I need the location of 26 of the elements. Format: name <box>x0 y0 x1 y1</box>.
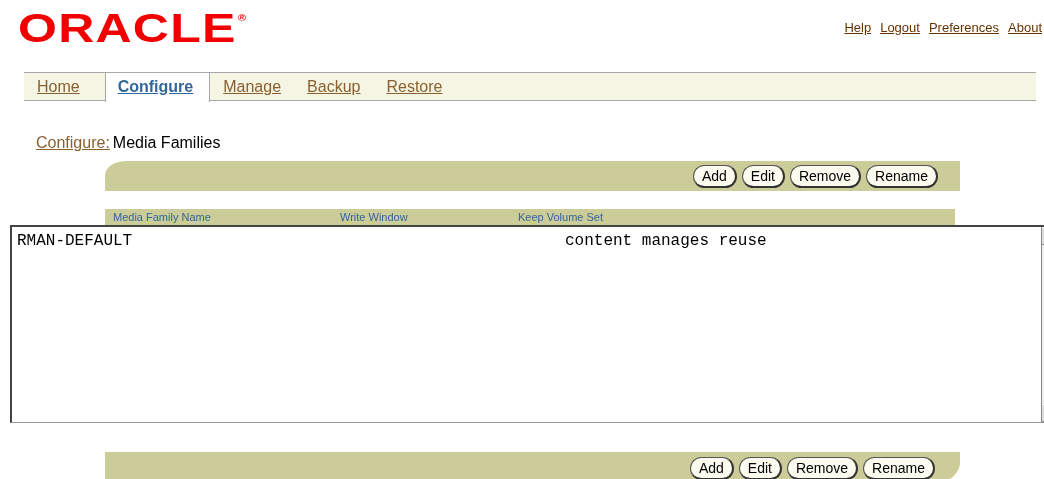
column-header: Write Window <box>340 211 408 223</box>
toolbar-button[interactable]: Add <box>692 164 737 188</box>
toolbar-button[interactable]: Edit <box>738 457 782 479</box>
breadcrumb-link[interactable]: Configure: <box>36 134 110 154</box>
list-cell-text: RMAN-DEFAULT <box>17 232 134 250</box>
nav-tab[interactable]: Home <box>24 73 93 100</box>
column-header: Keep Volume Set <box>518 211 603 223</box>
header-link[interactable]: About <box>1008 20 1042 35</box>
nav-tab[interactable]: Configure <box>104 73 211 102</box>
list-box[interactable]: RMAN-DEFAULT content manages reuse <box>10 225 1044 423</box>
column-header: Media Family Name <box>113 211 211 223</box>
oracle-logo: ORACLE$^{®}$ <box>18 6 248 50</box>
header-link[interactable]: Logout <box>880 20 920 35</box>
list-cell: content manages reuse <box>565 232 767 250</box>
toolbar-button[interactable]: Add <box>689 457 734 479</box>
header-link[interactable]: Help <box>844 20 872 35</box>
header-link[interactable]: Preferences <box>928 20 999 35</box>
toolbar-button[interactable]: Rename <box>866 164 938 188</box>
page-title: Media Families <box>112 134 221 153</box>
nav-tab[interactable]: Backup <box>294 73 374 100</box>
nav-tab[interactable]: Manage <box>210 73 295 100</box>
nav-tab[interactable]: Restore <box>373 73 456 100</box>
toolbar-button[interactable]: Remove <box>786 457 859 479</box>
toolbar-button[interactable]: Remove <box>789 164 862 188</box>
toolbar-button[interactable]: Rename <box>863 457 935 479</box>
toolbar-button[interactable]: Edit <box>741 164 785 188</box>
